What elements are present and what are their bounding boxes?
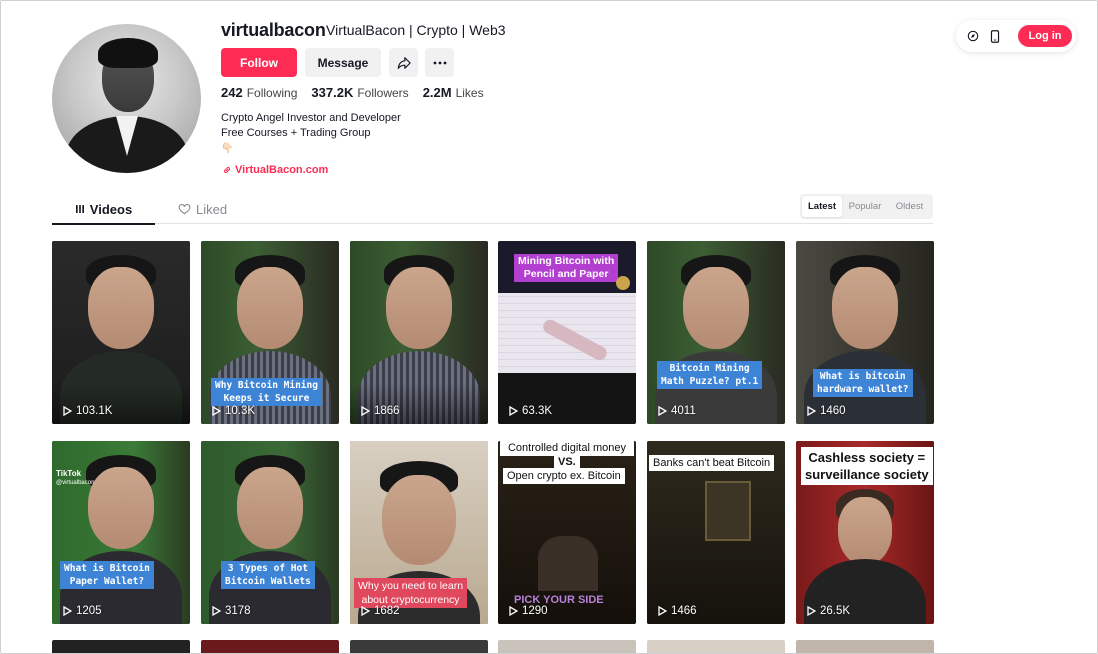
view-count: 1682 — [361, 605, 400, 617]
more-options-button[interactable] — [425, 48, 454, 77]
followers-count: 337.2K — [311, 85, 354, 100]
profile-nickname: VirtualBacon | Crypto | Web3 — [326, 22, 506, 38]
video-card[interactable]: Controlled digital money VS. Open crypto… — [498, 441, 636, 624]
play-icon — [361, 606, 370, 616]
follow-button[interactable]: Follow — [221, 48, 297, 77]
link-icon — [223, 166, 231, 174]
view-count: 1290 — [509, 605, 548, 617]
compass-icon[interactable] — [965, 28, 981, 44]
mobile-app-icon[interactable] — [987, 28, 1003, 44]
share-icon — [397, 56, 411, 69]
following-label: Following — [246, 86, 298, 100]
video-card[interactable]: 103.1K — [52, 241, 190, 424]
more-icon — [433, 61, 446, 64]
play-icon — [509, 606, 518, 616]
video-caption: Banks can't beat Bitcoin — [649, 455, 775, 471]
profile-username: virtualbacon — [221, 20, 326, 40]
video-card[interactable]: Why Bitcoin Mining Keeps it Secure 10.3K — [201, 241, 339, 424]
top-right-toolbar: Log in — [956, 20, 1076, 52]
play-icon — [212, 406, 221, 416]
video-caption: Mining Bitcoin with Pencil and Paper — [514, 254, 619, 282]
message-button[interactable]: Message — [305, 48, 381, 77]
play-icon — [361, 406, 370, 416]
bio-line: Crypto Angel Investor and Developer — [221, 112, 401, 124]
video-card-partial[interactable] — [52, 640, 190, 653]
view-count: 26.5K — [807, 605, 850, 617]
likes-label: Likes — [455, 86, 484, 100]
watermark-handle: @virtualbacon — [56, 480, 95, 486]
view-count: 4011 — [658, 405, 696, 417]
video-card[interactable]: Banks can't beat Bitcoin 1466 — [647, 441, 785, 624]
tab-liked-label: Liked — [196, 201, 228, 217]
sort-toggle: Latest Popular Oldest — [800, 194, 933, 219]
likes-stat: 2.2M Likes — [423, 85, 484, 100]
video-card-partial[interactable] — [350, 640, 488, 653]
likes-count: 2.2M — [422, 85, 452, 100]
video-card[interactable]: TikTok @virtualbacon What is Bitcoin Pap… — [52, 441, 190, 624]
video-card-partial[interactable] — [647, 640, 785, 653]
coin-graphic — [616, 276, 630, 290]
sort-popular[interactable]: Popular — [842, 196, 888, 217]
play-icon — [63, 606, 72, 616]
video-card[interactable]: Mining Bitcoin with Pencil and Paper 63.… — [498, 241, 636, 424]
following-count: 242 — [221, 85, 243, 100]
tab-liked[interactable]: Liked — [178, 194, 227, 224]
video-card[interactable]: Bitcoin Mining Math Puzzle? pt.1 4011 — [647, 241, 785, 424]
play-icon — [509, 406, 518, 416]
profile-link[interactable]: VirtualBacon.com — [222, 164, 328, 176]
play-icon — [658, 606, 667, 616]
video-card[interactable]: Why you need to learn about cryptocurren… — [350, 441, 488, 624]
view-count: 103.1K — [63, 405, 112, 417]
video-card[interactable]: 3 Types of Hot Bitcoin Wallets 3178 — [201, 441, 339, 624]
video-card[interactable]: Cashless society = surveillance society … — [796, 441, 934, 624]
video-caption: Why Bitcoin Mining Keeps it Secure — [211, 378, 322, 406]
video-caption: What is bitcoin hardware wallet? — [813, 369, 913, 397]
avatar-hair — [98, 38, 158, 68]
tab-videos[interactable]: Videos — [52, 194, 155, 225]
play-icon — [807, 606, 816, 616]
video-caption: Bitcoin Mining Math Puzzle? pt.1 — [657, 361, 763, 389]
video-card-partial[interactable] — [796, 640, 934, 653]
video-caption: 3 Types of Hot Bitcoin Wallets — [221, 561, 315, 589]
bio-line: Free Courses + Trading Group — [221, 127, 371, 139]
view-count: 1466 — [658, 605, 697, 617]
profile-avatar[interactable] — [52, 24, 201, 173]
video-card[interactable]: 1866 — [350, 241, 488, 424]
share-button[interactable] — [389, 48, 418, 77]
profile-stats: 242 Following 337.2K Followers 2.2M Likes — [221, 85, 484, 100]
login-button[interactable]: Log in — [1018, 25, 1072, 47]
video-card-partial[interactable] — [498, 640, 636, 653]
tiktok-watermark: TikTok — [56, 469, 82, 478]
page: virtualbacon VirtualBacon | Crypto | Web… — [0, 0, 1098, 654]
view-count: 1460 — [807, 405, 846, 417]
video-caption: Why you need to learn about cryptocurren… — [354, 578, 468, 608]
sort-latest[interactable]: Latest — [802, 196, 842, 217]
sort-oldest[interactable]: Oldest — [888, 196, 931, 217]
profile-bio: Crypto Angel Investor and Developer Free… — [221, 111, 401, 156]
view-count: 3178 — [212, 605, 251, 617]
view-count: 1205 — [63, 605, 102, 617]
play-icon — [807, 406, 816, 416]
following-stat[interactable]: 242 Following — [221, 85, 297, 100]
tab-videos-label: Videos — [89, 201, 133, 217]
followers-stat[interactable]: 337.2K Followers — [311, 85, 408, 100]
play-icon — [658, 406, 667, 416]
view-count: 1866 — [361, 405, 400, 417]
view-count: 63.3K — [509, 405, 552, 417]
play-icon — [212, 606, 221, 616]
liked-lock-heart-icon — [178, 203, 191, 214]
followers-label: Followers — [357, 86, 409, 100]
video-caption-bottom: Open crypto ex. Bitcoin — [503, 468, 625, 484]
video-caption: Cashless society = surveillance society — [801, 447, 933, 485]
bio-emoji: 👇🏻 — [221, 143, 234, 154]
video-caption: What is Bitcoin Paper Wallet? — [60, 561, 154, 589]
play-icon — [63, 406, 72, 416]
video-card-partial[interactable] — [201, 640, 339, 653]
videos-grid-icon — [75, 205, 84, 213]
video-card[interactable]: What is bitcoin hardware wallet? 1460 — [796, 241, 934, 424]
view-count: 10.3K — [212, 405, 255, 417]
profile-link-text: VirtualBacon.com — [235, 164, 329, 176]
